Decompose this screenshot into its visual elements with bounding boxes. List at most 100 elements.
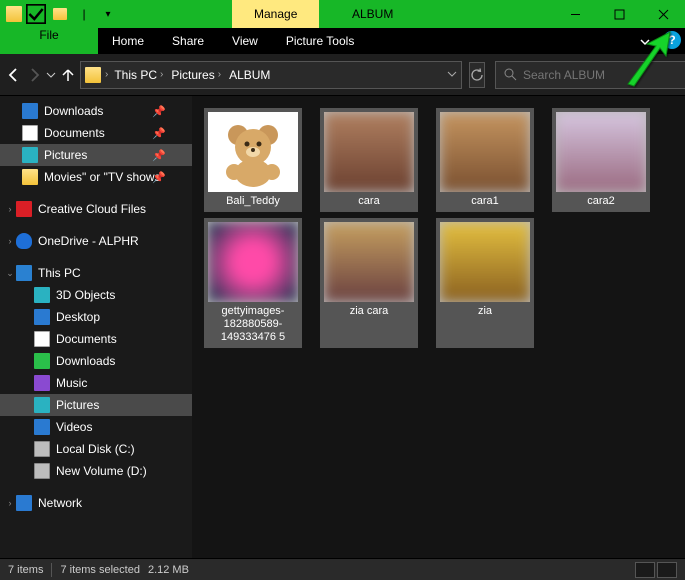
breadcrumb-segment[interactable]: ALBUM: [227, 68, 272, 82]
file-pane[interactable]: Bali_Teddy cara cara1cara2 gettyimages-1828…: [192, 96, 685, 558]
view-icons-button[interactable]: [657, 562, 677, 578]
sidebar-item-3dobjects[interactable]: 3D Objects: [0, 284, 192, 306]
sidebar-label: Movies" or "TV shows: [44, 170, 161, 184]
sidebar-item-music[interactable]: Music: [0, 372, 192, 394]
sidebar-item-ddrive[interactable]: New Volume (D:): [0, 460, 192, 482]
main-area: Downloads 📌 Documents 📌 Pictures📌 Movies" …: [0, 96, 685, 558]
navigation-bar: › This PC› Pictures › ALBUM: [0, 54, 685, 96]
sidebar-label: Pictures: [44, 148, 87, 162]
view-details-button[interactable]: [635, 562, 655, 578]
pin-icon: 📌: [152, 127, 166, 140]
back-button[interactable]: [6, 62, 22, 88]
app-icon[interactable]: [6, 6, 22, 22]
up-button[interactable]: [60, 62, 76, 88]
network-icon: [16, 495, 32, 511]
search-input[interactable]: [523, 68, 678, 82]
sidebar-label: Music: [56, 376, 87, 390]
pictures-icon: [34, 397, 50, 413]
tab-view[interactable]: View: [218, 28, 272, 54]
close-button[interactable]: [641, 0, 685, 28]
qat-dropdown-icon[interactable]: ▾: [98, 4, 118, 24]
quick-access-toolbar: | ▾: [0, 4, 118, 24]
sidebar-item-pictures[interactable]: Pictures📌: [0, 144, 192, 166]
help-icon[interactable]: ?: [663, 31, 681, 49]
chevron-right-icon[interactable]: ›: [4, 498, 16, 508]
sidebar-item-downloads[interactable]: Downloads 📌: [0, 100, 192, 122]
refresh-button[interactable]: [469, 62, 485, 88]
documents-icon: [22, 125, 38, 141]
breadcrumb-text: Pictures: [171, 68, 214, 82]
file-thumbnail: [324, 222, 414, 302]
onedrive-icon: [16, 233, 32, 249]
sidebar-label: This PC: [38, 266, 81, 280]
qat-folder-icon[interactable]: [50, 4, 70, 24]
qat-checkbox-icon[interactable]: [26, 4, 46, 24]
file-item[interactable]: zia cara: [320, 218, 418, 348]
file-label: cara: [324, 192, 414, 208]
file-item[interactable]: cara: [320, 108, 418, 212]
sidebar-item-pics[interactable]: Pictures: [0, 394, 192, 416]
cc-icon: [16, 201, 32, 217]
breadcrumb-segment[interactable]: This PC›: [112, 68, 165, 82]
sidebar-label: Downloads: [56, 354, 115, 368]
chevron-right-icon[interactable]: ›: [4, 204, 16, 214]
minimize-button[interactable]: [553, 0, 597, 28]
address-dropdown-icon[interactable]: [447, 68, 457, 82]
tab-share[interactable]: Share: [158, 28, 218, 54]
sidebar-item-dl[interactable]: Downloads: [0, 350, 192, 372]
sidebar-item-thispc[interactable]: ⌄ This PC: [0, 262, 192, 284]
sidebar-label: Videos: [56, 420, 92, 434]
chevron-down-icon[interactable]: ⌄: [4, 268, 16, 279]
recent-dropdown-icon[interactable]: [46, 62, 56, 88]
forward-button[interactable]: [26, 62, 42, 88]
window-controls: [553, 0, 685, 28]
music-icon: [34, 375, 50, 391]
file-thumbnail: [556, 112, 646, 192]
sidebar-label: Downloads: [44, 104, 103, 118]
chevron-right-icon[interactable]: ›: [218, 69, 221, 80]
chevron-right-icon[interactable]: ›: [4, 236, 16, 246]
file-label: Bali_Teddy: [208, 192, 298, 208]
pictures-icon: [22, 147, 38, 163]
chevron-right-icon[interactable]: ›: [105, 69, 108, 80]
search-box[interactable]: [495, 61, 685, 89]
maximize-button[interactable]: [597, 0, 641, 28]
sidebar-label: Documents: [56, 332, 117, 346]
videos-icon: [34, 419, 50, 435]
tab-picture-tools[interactable]: Picture Tools: [272, 28, 368, 54]
sidebar-label: New Volume (D:): [56, 464, 147, 478]
ribbon-collapse-icon[interactable]: [633, 28, 657, 54]
sidebar-item-documents[interactable]: Documents 📌: [0, 122, 192, 144]
status-size: 2.12 MB: [148, 564, 189, 576]
sidebar-item-onedrive[interactable]: › OneDrive - ALPHR: [0, 230, 192, 252]
address-folder-icon: [85, 67, 101, 83]
context-tab[interactable]: Manage: [232, 0, 319, 28]
sidebar-item-docs[interactable]: Documents: [0, 328, 192, 350]
file-thumbnail: [324, 112, 414, 192]
sidebar-item-movies[interactable]: Movies" or "TV shows📌: [0, 166, 192, 188]
file-thumbnail: [440, 112, 530, 192]
file-item[interactable]: cara2: [552, 108, 650, 212]
sidebar-item-videos[interactable]: Videos: [0, 416, 192, 438]
tab-home[interactable]: Home: [98, 28, 158, 54]
file-item[interactable]: cara1: [436, 108, 534, 212]
sidebar-item-desktop[interactable]: Desktop: [0, 306, 192, 328]
sidebar-item-creative-cloud[interactable]: ›Creative Cloud Files: [0, 198, 192, 220]
sidebar-label: OneDrive - ALPHR: [38, 234, 139, 248]
pin-icon: 📌: [152, 105, 166, 118]
sidebar-label: Pictures: [56, 398, 99, 412]
file-item[interactable]: Bali_Teddy: [204, 108, 302, 212]
tab-file[interactable]: File: [0, 28, 98, 54]
sidebar-item-network[interactable]: › Network: [0, 492, 192, 514]
file-label: zia: [440, 302, 530, 318]
breadcrumb-segment[interactable]: Pictures ›: [169, 68, 223, 82]
sidebar-label: Network: [38, 496, 82, 510]
chevron-right-icon[interactable]: ›: [160, 69, 163, 80]
sidebar-item-cdrive[interactable]: Local Disk (C:): [0, 438, 192, 460]
breadcrumb-text: ALBUM: [229, 68, 270, 82]
address-bar[interactable]: › This PC› Pictures › ALBUM: [80, 61, 462, 89]
sidebar-label: Documents: [44, 126, 105, 140]
file-item[interactable]: zia: [436, 218, 534, 348]
file-item[interactable]: gettyimages-182880589-149333476 5: [204, 218, 302, 348]
downloads-icon: [34, 353, 50, 369]
